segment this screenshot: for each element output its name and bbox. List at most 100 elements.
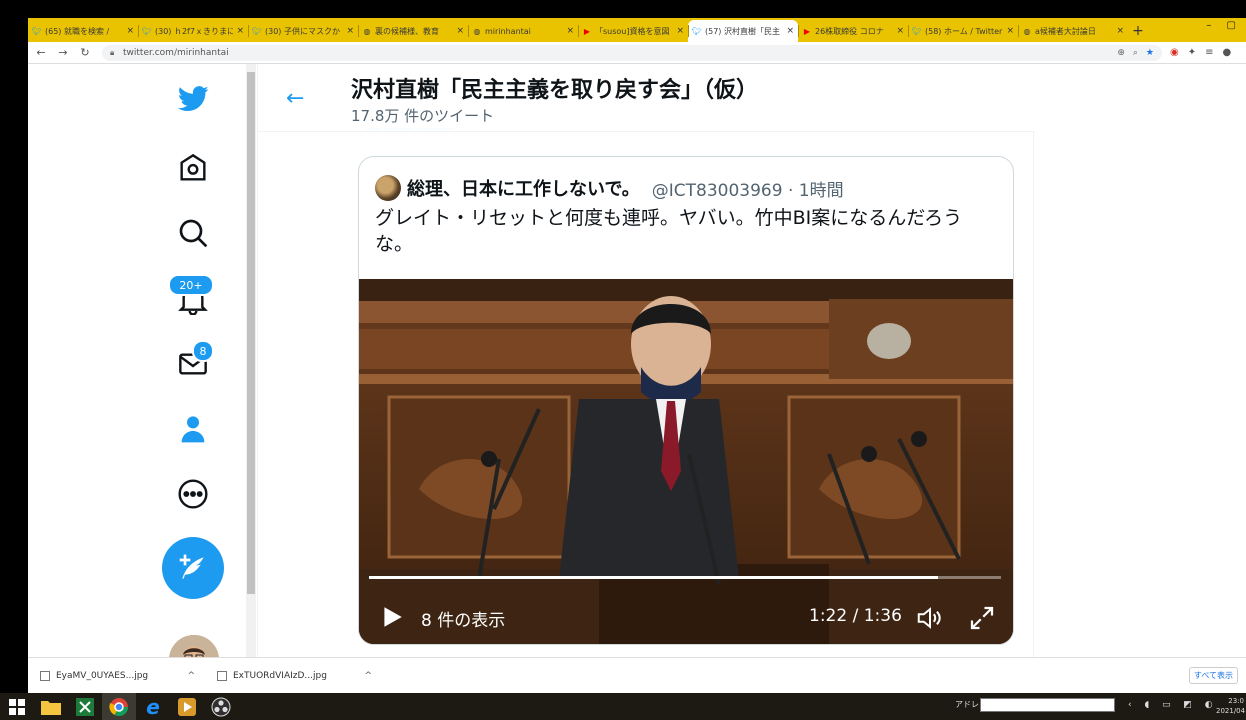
browser-tab[interactable]: ◍ a候補者大討論日 × <box>1018 20 1128 42</box>
browser-tab-title: (65) 就職を検索 / <box>45 26 110 36</box>
puzzle-icon[interactable]: ✦ <box>1188 47 1196 58</box>
close-tab-icon[interactable]: × <box>236 26 244 36</box>
twitter-page: 20+ 8 ── ──── ───── ← 沢村直樹「民主主義を取り戻す会」（仮… <box>28 64 1246 657</box>
bookmark-star-icon[interactable]: ★ <box>1146 48 1154 58</box>
lock-icon: 🔒︎ <box>110 48 115 57</box>
browser-toolbar: ← → ↻ 🔒︎ twitter.com/mirinhantai ⊕ ⌕ ★ ◉… <box>28 42 1246 64</box>
volume-icon[interactable] <box>914 603 946 633</box>
close-tab-icon[interactable]: × <box>346 26 354 36</box>
browser-tab-title: 26株取締役 コロナ <box>815 26 884 36</box>
twitter-favicon-icon: 🐦︎ <box>31 26 43 36</box>
extension-icon[interactable]: ◉ <box>1170 47 1179 58</box>
install-icon[interactable]: ⊕ <box>1117 48 1125 58</box>
video-view-count: 8 件の表示 <box>421 611 506 631</box>
quoted-author-name[interactable]: 総理、日本に工作しないで。 <box>407 175 640 201</box>
forward-arrow-icon[interactable]: → <box>54 46 72 59</box>
fullscreen-icon[interactable] <box>967 603 997 633</box>
file-explorer-icon[interactable] <box>34 693 68 720</box>
browser-tab[interactable]: ◍ mirinhantai × <box>468 20 578 42</box>
account-avatar[interactable] <box>169 635 219 657</box>
show-all-downloads-button[interactable]: すべて表示 <box>1188 667 1238 684</box>
quoted-tweet-header: 総理、日本に工作しないで。 @ICT83003969 · 1時間 <box>375 175 844 201</box>
browser-tab[interactable]: ◍ 裏の候補様、教育 × <box>358 20 468 42</box>
profile-icon[interactable]: ● <box>1223 47 1232 58</box>
close-tab-icon[interactable]: × <box>1116 26 1124 36</box>
image-file-icon <box>40 670 50 681</box>
close-tab-icon[interactable]: × <box>1006 26 1014 36</box>
browser-tab[interactable]: 🐦︎ (30) ｈ2f7ｘきりまに × <box>138 20 248 42</box>
twitter-favicon-icon: 🐦︎ <box>691 26 703 36</box>
browser-tab[interactable]: 🐦︎ (65) 就職を検索 / × <box>28 20 138 42</box>
browser-tab-title: (58) ホーム / Twitter <box>925 26 1003 36</box>
close-tab-icon[interactable]: × <box>676 26 684 36</box>
excel-icon[interactable] <box>68 693 102 720</box>
browser-tab-title: 「susou]資格を意図 <box>595 26 670 36</box>
download-filename: EyaMV_0UYAES...jpg <box>56 670 149 681</box>
quoted-tweet-card[interactable]: 総理、日本に工作しないで。 @ICT83003969 · 1時間 グレイト・リセ… <box>358 156 1014 645</box>
chevron-up-icon[interactable]: ^ <box>364 671 372 681</box>
other-favicon-icon: ◍ <box>473 26 481 36</box>
left-nav-sidebar: 20+ 8 <box>28 64 248 657</box>
scrollbar-thumb[interactable] <box>247 72 255 594</box>
browser-tab[interactable]: ▶ 「susou]資格を意図 × <box>578 20 688 42</box>
obs-icon[interactable] <box>204 693 238 720</box>
internet-explorer-icon[interactable]: e <box>136 693 170 720</box>
new-tab-plus-icon[interactable]: + <box>1128 20 1148 42</box>
other-favicon-icon: ◍ <box>1023 26 1031 36</box>
close-tab-icon[interactable]: × <box>456 26 464 36</box>
browser-tab[interactable]: 🐦︎ (30) 子供にマスクか × <box>248 20 358 42</box>
video-player[interactable]: 8 件の表示 1:22 / 1:36 <box>359 279 1013 644</box>
system-tray[interactable]: ‹ ◖ ▭ ◩ ◐ <box>1128 700 1218 710</box>
twitter-favicon-icon: 🐦︎ <box>911 26 923 36</box>
image-file-icon <box>217 670 227 681</box>
youtube-favicon-icon: ▶ <box>583 26 591 36</box>
start-windows-icon[interactable] <box>0 693 34 720</box>
browser-tab[interactable]: 🐦︎ (58) ホーム / Twitter × <box>908 20 1018 42</box>
youtube-favicon-icon: ▶ <box>803 26 811 36</box>
window-controls[interactable]: – ▢ <box>1206 20 1242 31</box>
play-icon[interactable] <box>379 604 405 630</box>
sidebar-scrollbar[interactable] <box>246 64 256 657</box>
back-arrow-icon[interactable]: ← <box>286 86 304 111</box>
clock-time: 23:0 <box>1228 697 1244 705</box>
media-player-icon[interactable] <box>170 693 204 720</box>
download-item[interactable]: ExTUORdVIAIzD...jpg ^ <box>217 670 382 681</box>
browser-tab-title: (30) ｈ2f7ｘきりまに <box>155 26 234 36</box>
compose-feather-icon <box>179 554 204 579</box>
twitter-logo-icon[interactable] <box>173 79 213 119</box>
browser-tab[interactable]: 🐦︎ (57) 沢村直樹「民主 × <box>688 20 798 42</box>
explore-search-icon[interactable] <box>173 213 213 253</box>
compose-tweet-button[interactable] <box>162 537 224 599</box>
messages-badge: 8 <box>192 340 214 362</box>
address-bar-url: twitter.com/mirinhantai <box>123 47 229 58</box>
chevron-up-icon[interactable]: ^ <box>187 671 195 681</box>
other-favicon-icon: ◍ <box>363 26 371 36</box>
close-tab-icon[interactable]: × <box>896 26 904 36</box>
menu-list-icon[interactable]: ≡ <box>1205 47 1213 58</box>
video-time: 1:22 / 1:36 <box>809 606 902 626</box>
close-tab-icon[interactable]: × <box>126 26 134 36</box>
chrome-icon[interactable] <box>102 693 136 720</box>
zoom-icon[interactable]: ⌕ <box>1133 48 1138 58</box>
clock-date: 2021/04 <box>1216 707 1246 715</box>
back-arrow-icon[interactable]: ← <box>32 46 50 59</box>
profile-person-icon[interactable] <box>173 409 213 449</box>
windows-taskbar: e アドレス ‹ ◖ ▭ ◩ ◐ 23:0 2021/04 <box>0 693 1246 720</box>
home-icon[interactable] <box>173 148 213 188</box>
reload-icon[interactable]: ↻ <box>76 46 94 59</box>
profile-header: ← 沢村直樹「民主主義を取り戻す会」（仮） 17.8万 件のツイート <box>258 64 1035 132</box>
close-tab-icon[interactable]: × <box>786 26 794 36</box>
download-item[interactable]: EyaMV_0UYAES...jpg ^ <box>40 670 205 681</box>
profile-name: 沢村直樹「民主主義を取り戻す会」（仮） <box>351 78 759 103</box>
address-bar[interactable]: 🔒︎ twitter.com/mirinhantai ⊕ ⌕ ★ <box>102 44 1162 61</box>
quoted-author-avatar[interactable] <box>375 175 401 201</box>
taskbar-address-field[interactable] <box>980 698 1115 712</box>
browser-tab[interactable]: ▶ 26株取締役 コロナ × <box>798 20 908 42</box>
quoted-author-handle-time[interactable]: @ICT83003969 · 1時間 <box>652 176 844 201</box>
profile-timeline: ── ──── ───── ← 沢村直樹「民主主義を取り戻す会」（仮） 17.8… <box>257 64 1035 657</box>
browser-tab-title: (57) 沢村直樹「民主 <box>705 26 780 36</box>
close-tab-icon[interactable]: × <box>566 26 574 36</box>
video-progress-bar[interactable] <box>369 576 1001 579</box>
more-options-icon[interactable] <box>173 474 213 514</box>
taskbar-clock[interactable]: 23:0 2021/04 <box>1216 696 1246 716</box>
